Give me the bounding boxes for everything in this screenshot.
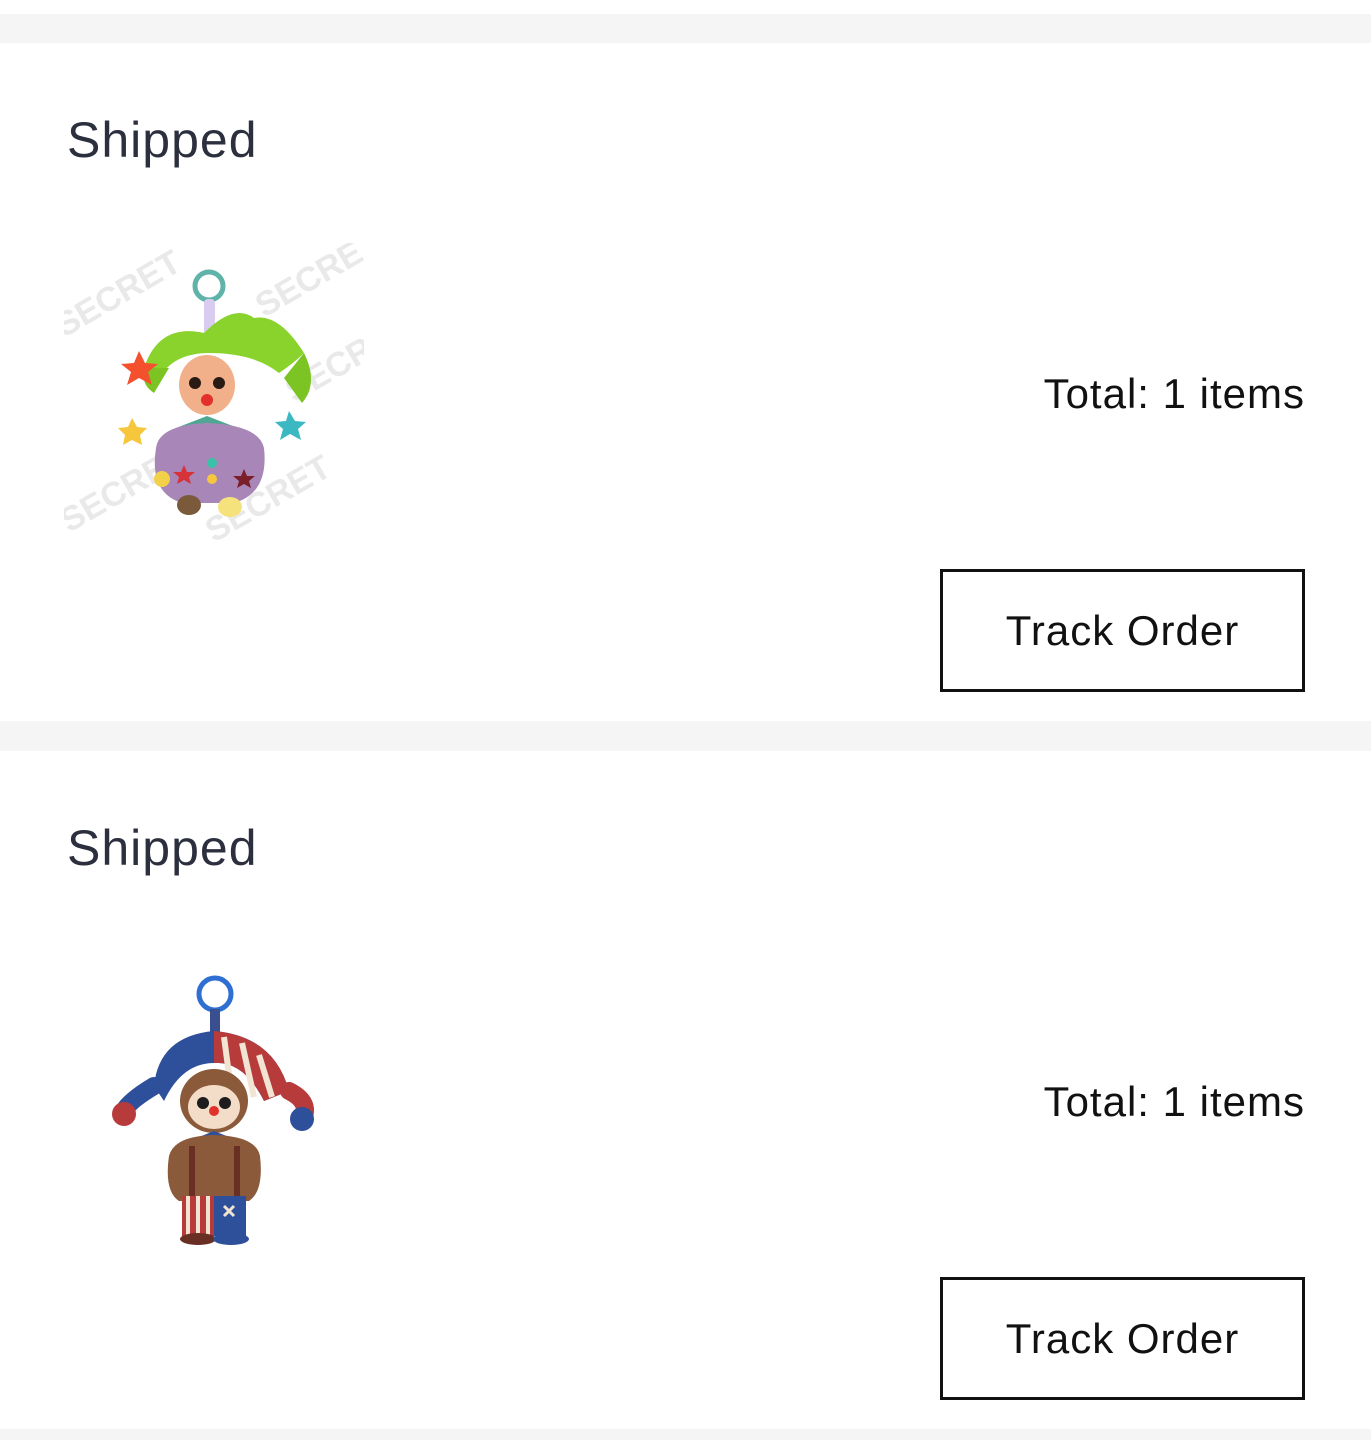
track-order-button[interactable]: Track Order — [940, 1277, 1305, 1400]
orders-page: Shipped SECRET SECRET SECRET SECRET SECR… — [0, 0, 1371, 1440]
order-card[interactable]: Shipped SECRET SECRET SECRET SECRET SECR… — [0, 43, 1371, 721]
order-card[interactable]: Shipped Total: 1 items Track Order — [0, 751, 1371, 1429]
labubu-jester-plush-image — [112, 975, 314, 1245]
watermark-text: SECRET — [64, 243, 188, 345]
order-status: Shipped — [67, 820, 258, 876]
product-thumbnail[interactable] — [64, 951, 364, 1251]
green-jester-plush-image: SECRET SECRET SECRET SECRET SECRET — [64, 243, 364, 543]
top-divider — [0, 0, 1371, 14]
order-total: Total: 1 items — [1043, 1078, 1305, 1125]
order-total: Total: 1 items — [1043, 370, 1305, 417]
product-thumbnail[interactable]: SECRET SECRET SECRET SECRET SECRET — [64, 243, 364, 543]
order-status: Shipped — [67, 112, 258, 168]
watermark-text: SECRET — [249, 243, 364, 325]
track-order-button[interactable]: Track Order — [940, 569, 1305, 692]
